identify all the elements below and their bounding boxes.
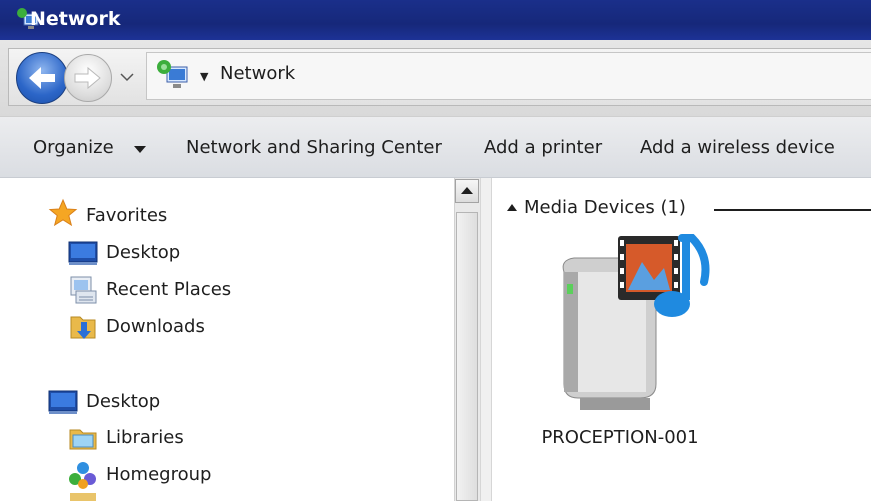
computer-partial-icon	[70, 493, 96, 501]
downloads-folder-icon	[70, 316, 96, 339]
nav-favorites[interactable]: Favorites	[86, 204, 167, 228]
back-button[interactable]	[16, 52, 68, 104]
desktop-root-icon	[48, 390, 78, 414]
pane-splitter[interactable]	[480, 178, 492, 501]
scroll-up-arrow-icon	[461, 187, 473, 194]
scrollbar-thumb[interactable]	[456, 212, 478, 501]
group-header-media-devices[interactable]: Media Devices (1)	[524, 196, 686, 220]
media-device-icon	[562, 234, 710, 410]
nav-libraries[interactable]: Libraries	[106, 426, 184, 450]
title-bar[interactable]	[0, 0, 871, 40]
network-location-icon	[157, 60, 188, 88]
add-printer-button[interactable]: Add a printer	[484, 136, 602, 160]
nav-desktop[interactable]: Desktop	[86, 390, 160, 414]
favorites-star-icon	[48, 198, 78, 227]
network-sharing-center-button[interactable]: Network and Sharing Center	[186, 136, 442, 160]
breadcrumb-network[interactable]: Network	[220, 62, 295, 86]
window-title: Network	[30, 8, 121, 30]
back-arrow-icon	[29, 67, 55, 89]
collapse-group-icon[interactable]	[506, 202, 518, 212]
libraries-icon	[69, 429, 97, 450]
group-header-divider	[714, 209, 871, 211]
add-wireless-device-button[interactable]: Add a wireless device	[640, 136, 835, 160]
forward-arrow-icon	[74, 66, 101, 90]
nav-recent-places[interactable]: Recent Places	[106, 278, 231, 302]
forward-button[interactable]	[64, 54, 112, 102]
nav-homegroup[interactable]: Homegroup	[106, 463, 211, 487]
organize-dropdown-icon[interactable]	[133, 145, 147, 155]
organize-button[interactable]: Organize	[33, 136, 114, 160]
nav-downloads[interactable]: Downloads	[106, 315, 205, 339]
homegroup-icon	[69, 462, 96, 489]
scroll-up-button[interactable]	[455, 179, 479, 203]
recent-pages-chevron-icon[interactable]	[118, 68, 136, 86]
breadcrumb-chevron-icon[interactable]: ▼	[200, 70, 208, 83]
device-label[interactable]: PROCEPTION-001	[520, 426, 720, 450]
recent-places-icon	[70, 276, 97, 304]
desktop-icon	[68, 241, 98, 265]
nav-favorites-desktop[interactable]: Desktop	[106, 241, 180, 265]
